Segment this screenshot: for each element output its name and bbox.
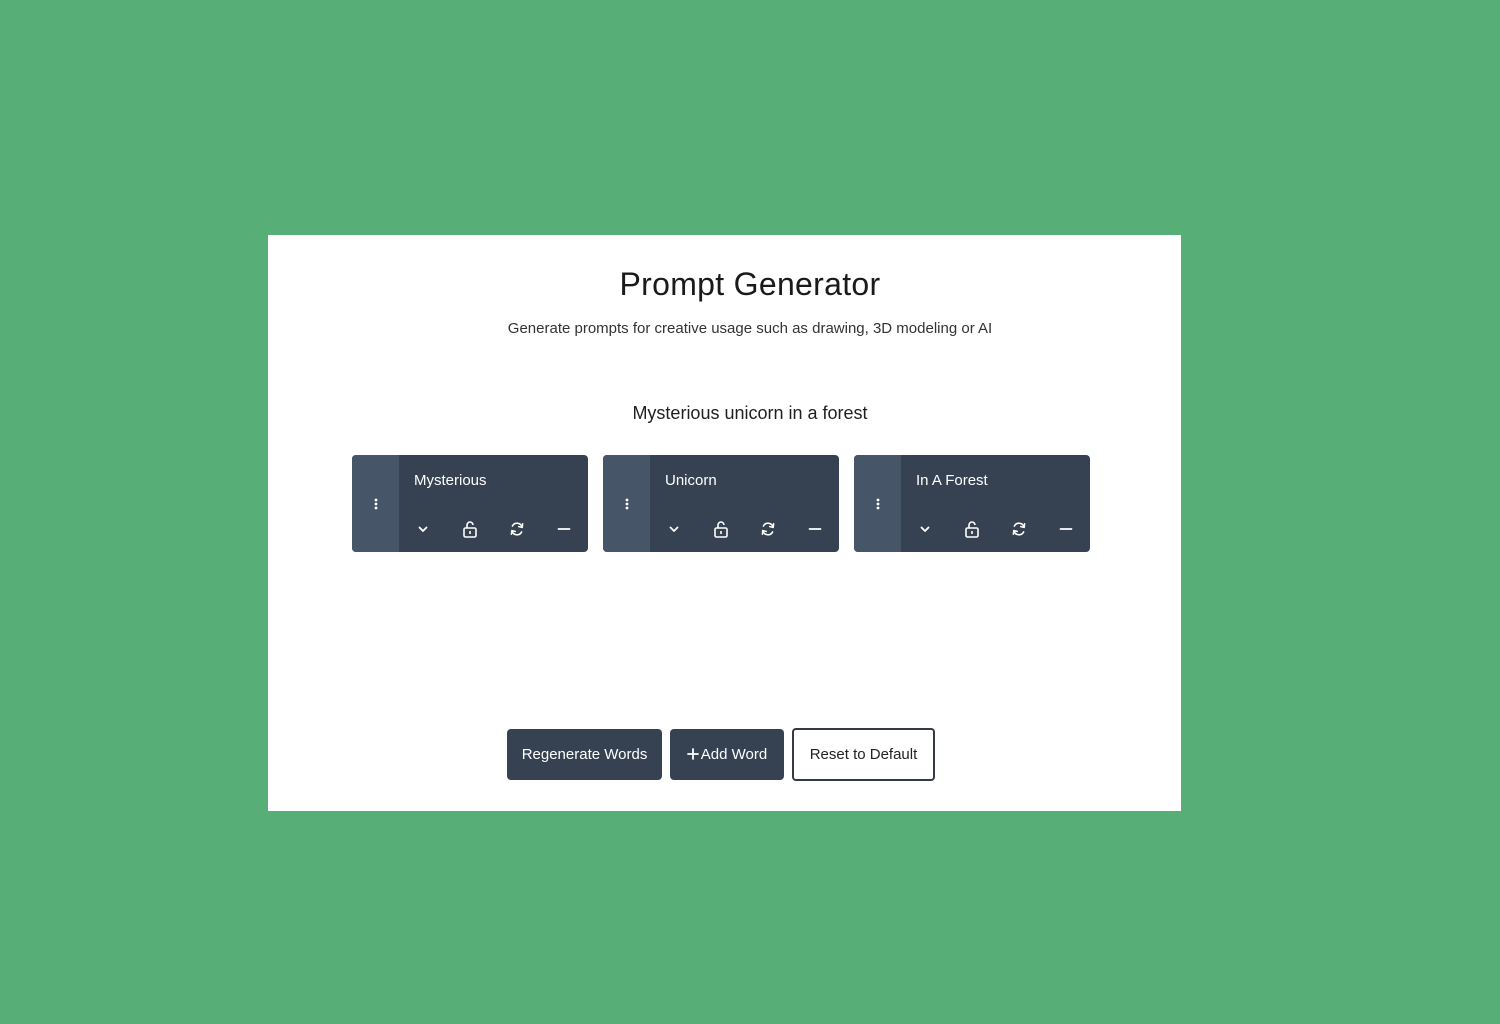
drag-handle-icon [374, 498, 377, 509]
word-card-mysterious: Mysterious [352, 455, 588, 552]
minus-icon [808, 528, 822, 530]
word-label: In A Forest [916, 472, 988, 489]
lock-word-button[interactable] [458, 517, 482, 541]
refresh-icon [510, 522, 524, 536]
word-card-in-a-forest: In A Forest [854, 455, 1090, 552]
drag-handle-icon [625, 498, 628, 509]
word-card-unicorn: Unicorn [603, 455, 839, 552]
regenerate-word-button[interactable] [1007, 517, 1031, 541]
drag-handle[interactable] [854, 455, 901, 552]
chevron-down-icon [418, 526, 428, 532]
word-actions [650, 517, 839, 541]
drag-handle[interactable] [603, 455, 650, 552]
chevron-down-icon [920, 526, 930, 532]
word-label: Mysterious [414, 472, 487, 489]
remove-word-button[interactable] [552, 517, 576, 541]
regenerate-words-button[interactable]: Regenerate Words [507, 729, 662, 780]
word-options-button[interactable] [411, 517, 435, 541]
unlock-icon [965, 521, 979, 538]
lock-word-button[interactable] [709, 517, 733, 541]
word-options-button[interactable] [913, 517, 937, 541]
unlock-icon [463, 521, 477, 538]
plus-icon [686, 747, 699, 762]
page-title: Prompt Generator [619, 266, 881, 302]
word-options-button[interactable] [662, 517, 686, 541]
chevron-down-icon [669, 526, 679, 532]
regenerate-word-button[interactable] [756, 517, 780, 541]
remove-word-button[interactable] [803, 517, 827, 541]
minus-icon [557, 528, 571, 530]
remove-word-button[interactable] [1054, 517, 1078, 541]
add-word-button[interactable]: Add Word [670, 729, 784, 780]
drag-handle[interactable] [352, 455, 399, 552]
generated-prompt: Mysterious unicorn in a forest [632, 403, 868, 423]
drag-handle-icon [876, 498, 879, 509]
word-label: Unicorn [665, 472, 717, 489]
unlock-icon [714, 521, 728, 538]
lock-word-button[interactable] [960, 517, 984, 541]
reset-to-default-button[interactable]: Reset to Default [792, 728, 935, 781]
add-word-label: Add Word [700, 746, 768, 763]
word-actions [399, 517, 588, 541]
word-actions [901, 517, 1090, 541]
refresh-icon [761, 522, 775, 536]
minus-icon [1059, 528, 1073, 530]
reset-to-default-label: Reset to Default [809, 746, 918, 763]
regenerate-word-button[interactable] [505, 517, 529, 541]
refresh-icon [1012, 522, 1026, 536]
regenerate-words-label: Regenerate Words [521, 746, 648, 763]
page-subtitle: Generate prompts for creative usage such… [507, 320, 993, 337]
